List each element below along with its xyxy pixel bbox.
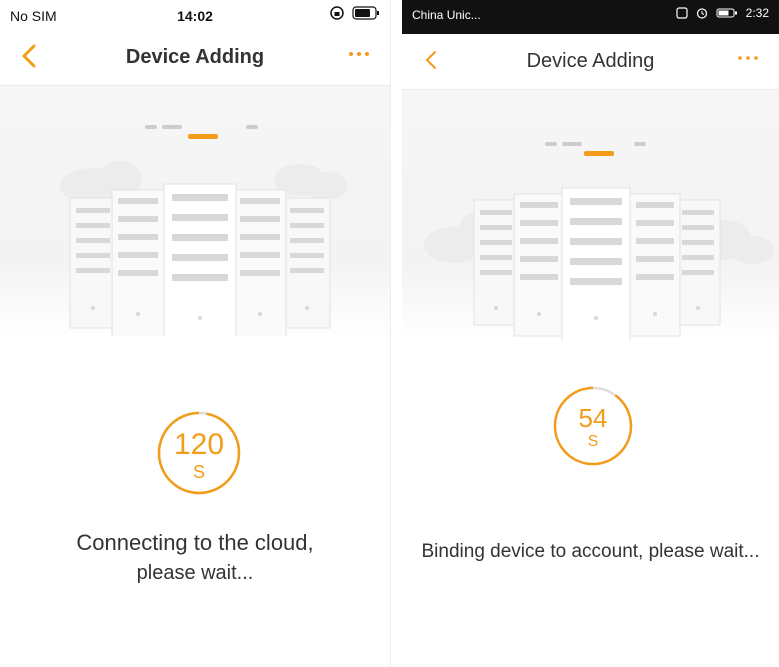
more-dots-icon[interactable] <box>346 44 372 64</box>
battery-icon <box>716 8 737 18</box>
status-message: Binding device to account, please wait..… <box>421 541 760 562</box>
status-bar: No SIM 14:02 <box>0 0 390 30</box>
countdown-timer: 54 S <box>552 385 634 467</box>
more-dots-icon[interactable] <box>735 48 761 68</box>
carrier-label: China Unic... <box>412 8 481 22</box>
page-title: Device Adding <box>526 50 655 72</box>
countdown-seconds: 120 <box>173 428 225 461</box>
status-icons: 2:32 <box>676 6 769 20</box>
page-title: Device Adding <box>125 46 265 68</box>
status-message-line1: Connecting to the cloud, <box>76 530 314 555</box>
loading-dashes <box>545 142 646 156</box>
battery-icon <box>352 6 379 20</box>
nav-bar: Device Adding <box>402 34 779 90</box>
countdown-unit: S <box>587 433 599 450</box>
server-illustration <box>402 90 779 340</box>
loading-dashes <box>145 125 258 139</box>
left-phone-screen: No SIM 14:02 Device Adding 120 S Connect… <box>0 0 391 667</box>
countdown-unit: S <box>192 462 205 482</box>
clock: 2:32 <box>745 6 769 20</box>
countdown-timer: 120 S <box>156 410 242 496</box>
server-illustration <box>0 86 390 336</box>
countdown-seconds: 54 <box>578 403 608 433</box>
status-icons <box>330 6 380 20</box>
alarm-icon <box>696 8 707 19</box>
status-bar: China Unic... 2:32 <box>402 0 779 34</box>
status-message-line2: please wait... <box>136 562 254 584</box>
nfc-icon <box>676 7 688 19</box>
orientation-lock-icon <box>330 6 344 20</box>
right-phone-screen: China Unic... 2:32 Device Adding 54 S Bi… <box>402 0 779 667</box>
nav-bar: Device Adding <box>0 30 390 86</box>
